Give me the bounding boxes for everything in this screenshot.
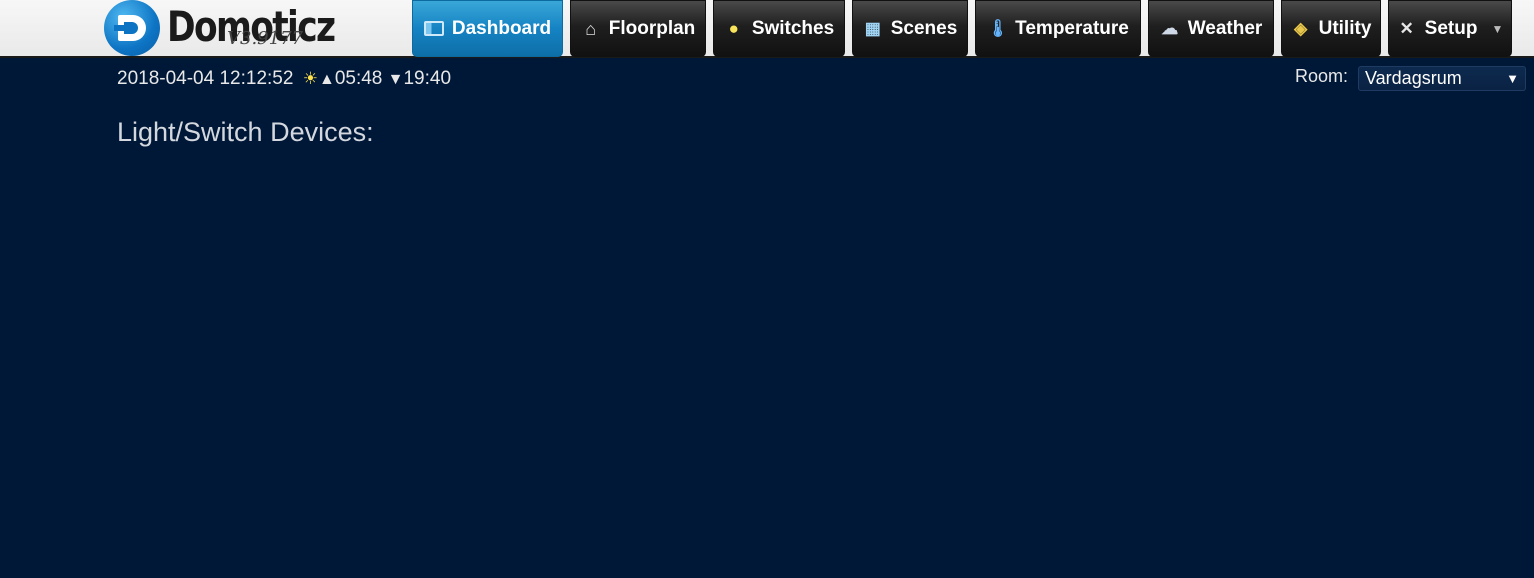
status-line: 2018-04-04 12:12:52 ☀▲05:48 ▼19:40: [117, 68, 451, 90]
page-title: Light/Switch Devices:: [117, 117, 374, 147]
sunrise-time: 05:48: [334, 68, 383, 89]
thermometer-icon: 🌡: [987, 18, 1009, 38]
clapperboard-icon: ▦: [864, 18, 881, 38]
tab-setup[interactable]: ✕ Setup ▼: [1388, 0, 1512, 57]
tab-label: Temperature: [1015, 17, 1129, 39]
sunrise-icon: ▲: [318, 71, 335, 88]
house-icon: ⌂: [585, 18, 597, 39]
room-select[interactable]: Vardagsrum ▼: [1358, 66, 1526, 91]
tools-icon: ✕: [1399, 18, 1414, 38]
lightbulb-icon: ●: [728, 18, 739, 38]
dashboard-icon: [423, 21, 444, 36]
tab-label: Floorplan: [608, 17, 696, 39]
room-label: Room:: [1295, 66, 1349, 86]
tab-temperature[interactable]: 🌡 Temperature: [975, 0, 1141, 57]
tab-label: Utility: [1318, 17, 1372, 39]
tab-label: Weather: [1187, 17, 1263, 39]
tab-label: Dashboard: [451, 17, 552, 39]
tab-switches[interactable]: ● Switches: [713, 0, 845, 57]
domoticz-logo-icon: [104, 0, 160, 56]
tab-scenes[interactable]: ▦ Scenes: [852, 0, 968, 57]
room-select-value: Vardagsrum: [1365, 68, 1462, 88]
tab-label: Switches: [751, 17, 835, 39]
sunset-icon: ▼: [387, 71, 404, 88]
utility-icon: ◈: [1294, 18, 1308, 38]
tab-label: Setup: [1424, 17, 1478, 39]
app-version: V3.9177: [227, 28, 303, 49]
tab-utility[interactable]: ◈ Utility: [1281, 0, 1381, 57]
chevron-down-icon: ▼: [1506, 71, 1519, 86]
current-datetime: 2018-04-04 12:12:52: [117, 68, 294, 89]
chevron-down-icon: ▼: [1491, 21, 1504, 36]
sun-icon: ☀: [302, 69, 318, 88]
top-bar: Domoticz V3.9177 Dashboard ⌂ Floorplan ●…: [0, 0, 1534, 58]
tab-label: Scenes: [890, 17, 958, 39]
tab-floorplan[interactable]: ⌂ Floorplan: [570, 0, 706, 57]
rain-cloud-icon: ☁: [1161, 18, 1179, 38]
tab-dashboard[interactable]: Dashboard: [412, 0, 563, 57]
sunset-time: 19:40: [403, 68, 452, 89]
tab-weather[interactable]: ☁ Weather: [1148, 0, 1274, 57]
